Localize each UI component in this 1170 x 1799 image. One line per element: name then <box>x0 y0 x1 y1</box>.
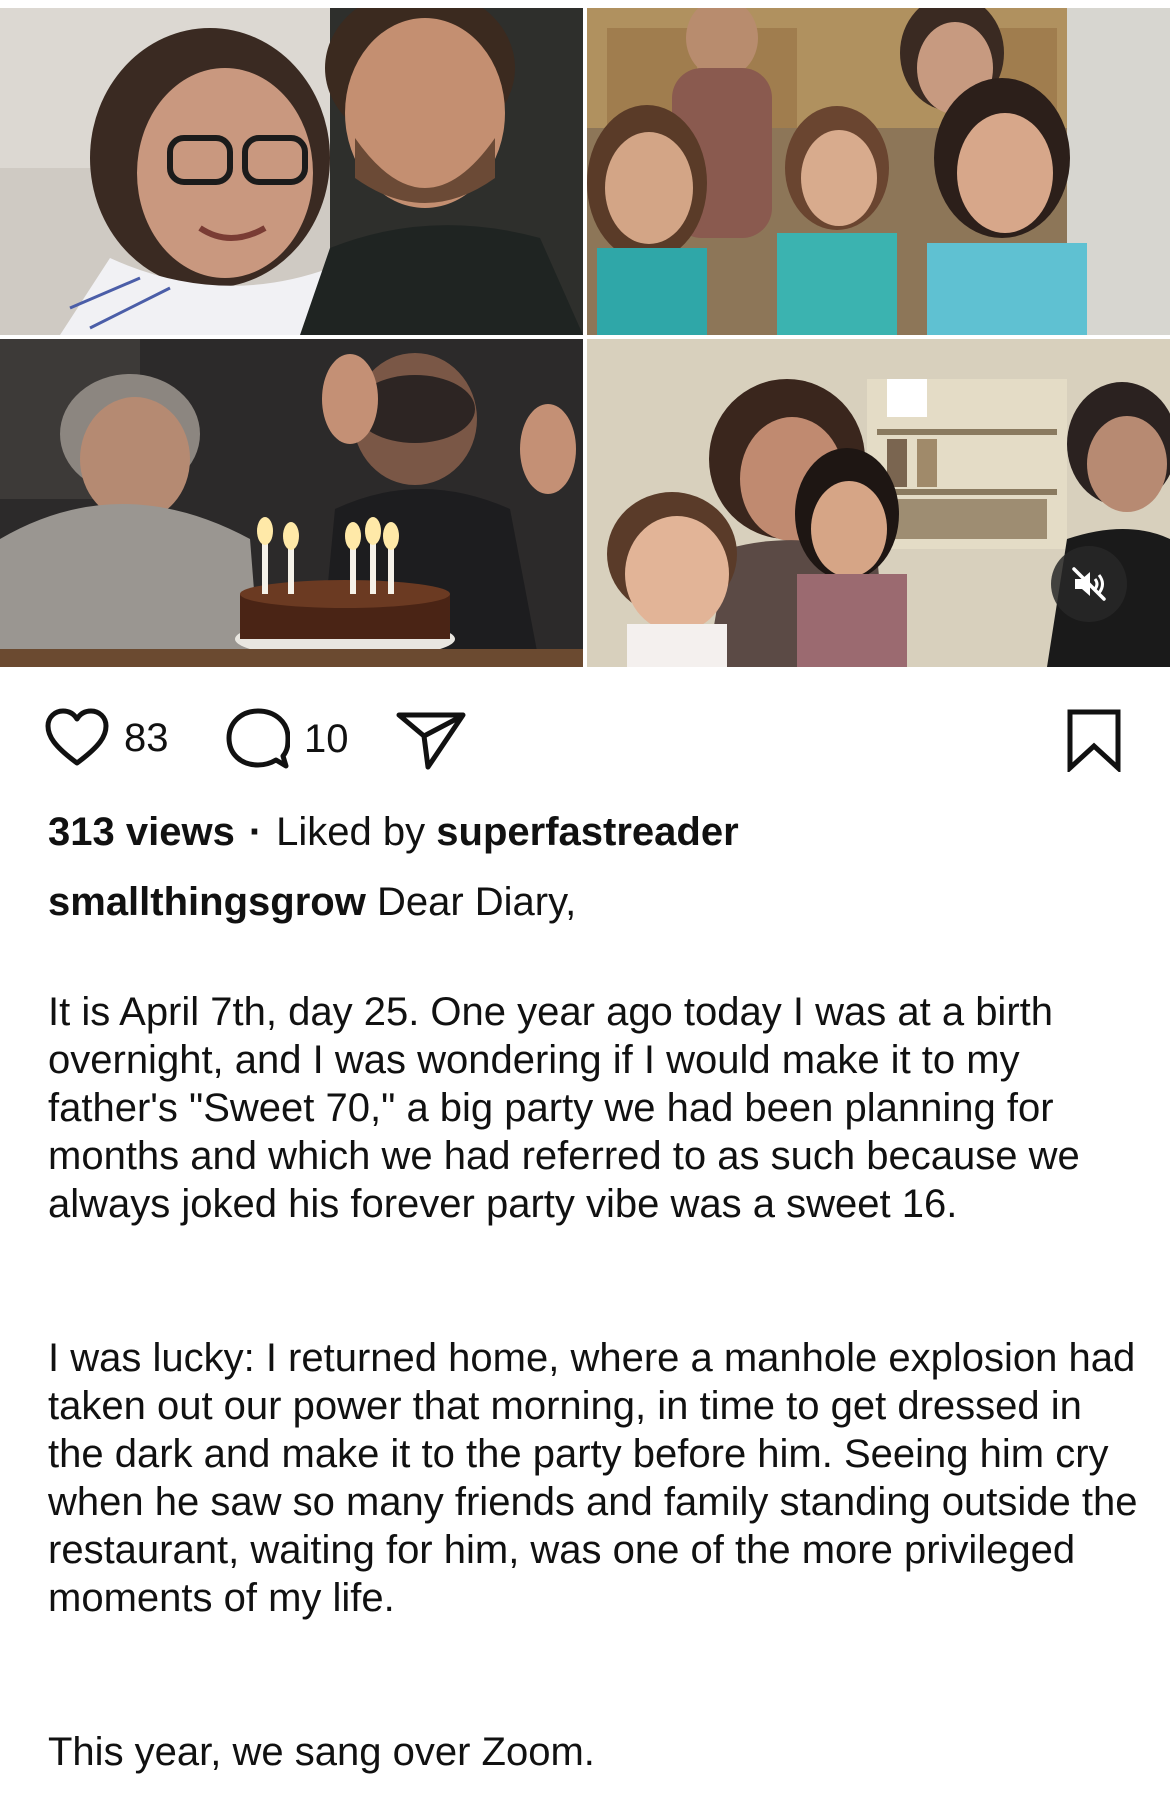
caption-paragraph: I was lucky: I returned home, where a ma… <box>48 1336 1138 1620</box>
comment-button[interactable]: 10 <box>226 708 349 770</box>
heart-icon <box>45 708 109 766</box>
couple-video-tile <box>0 8 583 335</box>
post-action-bar: 83 10 <box>0 700 1170 780</box>
view-count[interactable]: 313 views <box>48 810 235 854</box>
comment-icon <box>226 708 290 769</box>
separator-dot: · <box>248 810 263 854</box>
caption-greeting: Dear Diary, <box>376 880 577 924</box>
post-stats: 313 views · Liked by superfastreader <box>48 810 739 855</box>
save-button[interactable] <box>1066 708 1122 772</box>
comment-count: 10 <box>304 716 349 761</box>
caption-paragraph: This year, we sang over Zoom. <box>48 1730 595 1774</box>
send-icon <box>396 712 466 770</box>
caption-first-line: smallthingsgrow Dear Diary, <box>48 880 576 925</box>
bookmark-icon <box>1067 709 1121 772</box>
mute-toggle-button[interactable] <box>1051 546 1127 622</box>
grandparents-cake-video-tile <box>0 339 583 667</box>
speaker-muted-icon <box>1072 567 1106 601</box>
share-button[interactable] <box>396 712 466 770</box>
liked-by-prefix: Liked by <box>276 810 426 854</box>
caption-paragraph: It is April 7th, day 25. One year ago to… <box>48 990 1080 1226</box>
like-count: 83 <box>124 715 169 760</box>
caption-username[interactable]: smallthingsgrow <box>48 880 366 924</box>
liked-by-username[interactable]: superfastreader <box>436 810 738 854</box>
family-kitchen-video-tile <box>587 8 1170 335</box>
like-button[interactable]: 83 <box>44 708 169 768</box>
post-media-grid[interactable] <box>0 0 1170 667</box>
